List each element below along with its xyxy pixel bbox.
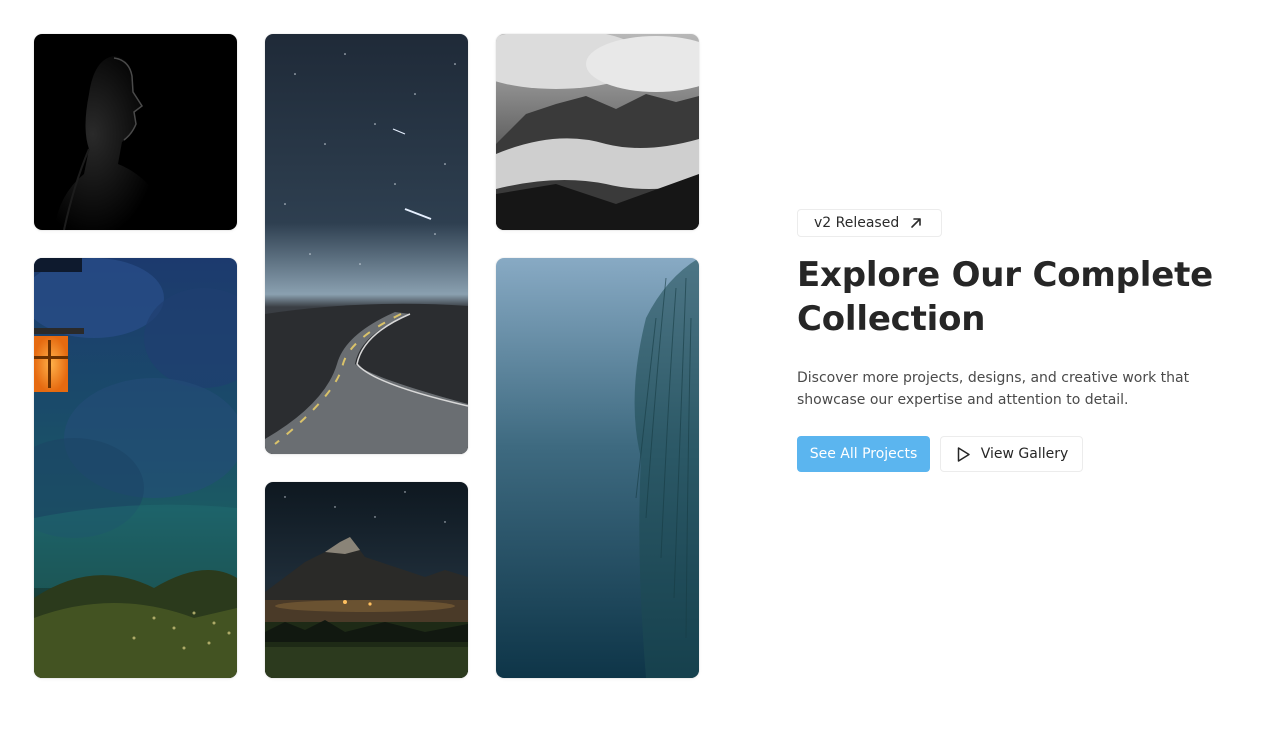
page: v2 Released Explore Our Complete Collect… bbox=[0, 0, 1280, 736]
play-icon bbox=[957, 446, 970, 462]
gallery-image-foggy-willow[interactable] bbox=[496, 258, 699, 678]
gallery-image-mountain-night[interactable] bbox=[265, 482, 468, 678]
mountain-night-photo-icon bbox=[265, 482, 468, 678]
gallery-image-cloudy-mountains[interactable] bbox=[496, 34, 699, 230]
gallery-image-forest-lantern[interactable] bbox=[34, 258, 237, 678]
view-gallery-label: View Gallery bbox=[980, 446, 1069, 462]
page-title: Explore Our Complete Collection bbox=[797, 255, 1213, 339]
night-road-photo-icon bbox=[265, 34, 468, 454]
foggy-willow-photo-icon bbox=[496, 258, 699, 678]
gallery-image-night-road[interactable] bbox=[265, 34, 468, 454]
see-all-projects-button[interactable]: See All Projects bbox=[797, 436, 930, 472]
hero-description: Discover more projects, designs, and cre… bbox=[797, 370, 1190, 408]
gallery-image-portrait[interactable] bbox=[34, 34, 237, 230]
portrait-photo-icon bbox=[34, 34, 237, 230]
release-badge-label: v2 Released bbox=[814, 215, 900, 231]
cloudy-mountains-photo-icon bbox=[496, 34, 699, 230]
hero-actions: See All Projects View Gallery bbox=[797, 436, 1257, 472]
view-gallery-button[interactable]: View Gallery bbox=[940, 436, 1083, 472]
release-badge[interactable]: v2 Released bbox=[797, 209, 943, 237]
arrow-up-right-icon bbox=[911, 218, 922, 228]
forest-lantern-photo-icon bbox=[34, 258, 237, 678]
hero-content: v2 Released Explore Our Complete Collect… bbox=[797, 209, 1257, 472]
